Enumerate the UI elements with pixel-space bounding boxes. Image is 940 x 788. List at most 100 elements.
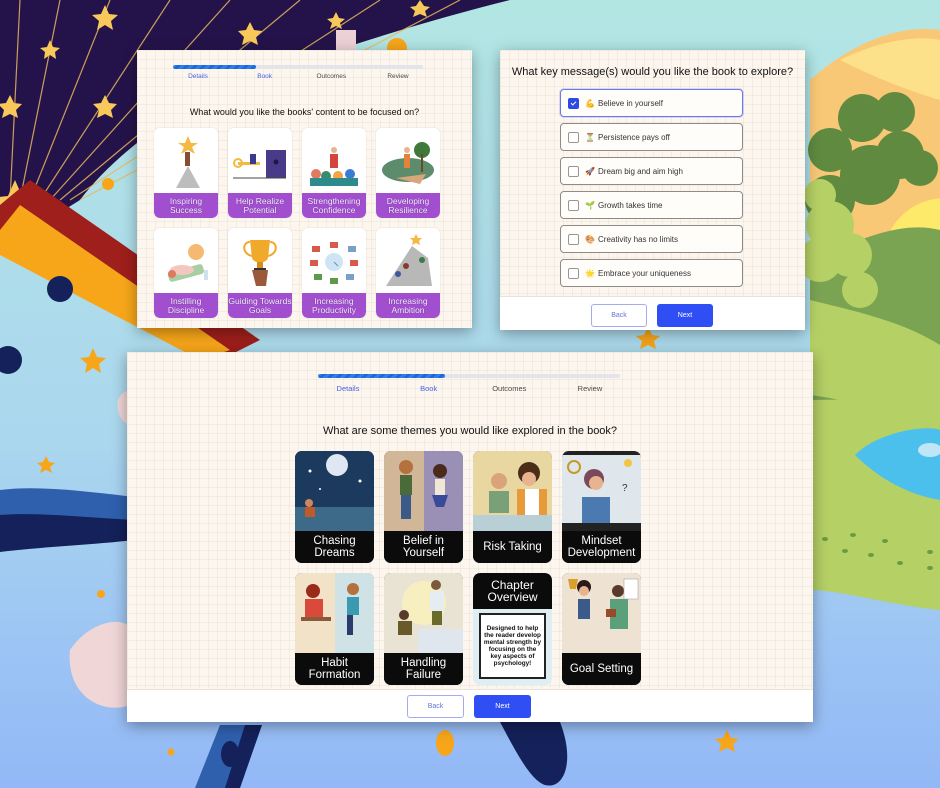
focus-card-guiding-towards-goals[interactable]: Guiding Towards Goals [228, 228, 292, 318]
focus-card-label: Developing Resilience [376, 193, 440, 218]
resting-workout-illustration [167, 244, 208, 282]
trophy-and-notes-art [562, 573, 641, 653]
checkbox[interactable] [568, 131, 579, 143]
step-book[interactable]: Book [399, 384, 459, 393]
theme-caption: Chasing Dreams [295, 531, 374, 563]
speaker-crowd-illustration [310, 147, 358, 186]
option-growth-takes-time[interactable]: 🌱 Growth takes time [560, 191, 743, 219]
orange-star [80, 348, 106, 373]
confident-kids-art [384, 451, 463, 531]
focus-card-inspiring-success[interactable]: Inspiring Success [154, 128, 218, 218]
checkbox[interactable] [568, 267, 579, 279]
option-embrace-uniqueness[interactable]: 🌟 Embrace your uniqueness [560, 259, 743, 287]
thinking-girl-gears-art: ? [562, 451, 641, 531]
back-button[interactable]: Back [407, 695, 464, 718]
theme-caption: Belief in Yourself [384, 531, 463, 563]
study-and-exercise-art [295, 573, 374, 653]
option-label: Believe in yourself [598, 98, 663, 108]
option-label: Dream big and aim high [598, 166, 683, 176]
navy-brushstroke [0, 514, 135, 552]
next-button[interactable]: Next [474, 695, 531, 718]
trophy-illustration [243, 240, 277, 286]
orange-dot [102, 178, 114, 190]
theme-caption: Mindset Development [562, 531, 641, 563]
theme-card-chapter-overview[interactable]: Chapter Overview Designed to help the re… [473, 573, 552, 685]
option-believe-in-yourself[interactable]: 💪 Believe in yourself [560, 89, 743, 117]
checkbox[interactable] [568, 233, 579, 245]
step-review[interactable]: Review [373, 73, 423, 80]
night-sky-dreamer-art [295, 451, 374, 531]
climbing-mountain-illustration [386, 234, 432, 286]
next-button[interactable]: Next [657, 304, 713, 327]
theme-card-mindset-development[interactable]: ? Mindset Development [562, 451, 641, 563]
key-message-question: What key message(s) would you like the b… [511, 66, 794, 78]
focus-card-label: Inspiring Success [154, 193, 218, 218]
svg-text:?: ? [622, 483, 628, 494]
flexed-arm-icon: 💪 [585, 98, 595, 108]
checkbox-checked[interactable] [568, 97, 579, 109]
step-outcomes[interactable]: Outcomes [479, 384, 539, 393]
theme-card-risk-taking[interactable]: Risk Taking [473, 451, 552, 563]
theme-caption: Goal Setting [562, 653, 641, 685]
key-message-panel: What key message(s) would you like the b… [500, 50, 805, 330]
progress-fill [318, 374, 445, 378]
themes-footer: Back Next [127, 689, 813, 722]
card-game-friends-art [473, 451, 552, 531]
checkbox[interactable] [568, 199, 579, 211]
theme-caption: Risk Taking [473, 531, 552, 563]
option-label: Persistence pays off [598, 132, 670, 142]
option-creativity-no-limits[interactable]: 🎨 Creativity has no limits [560, 225, 743, 253]
themes-panel: Details Book Outcomes Review What are so… [127, 352, 813, 722]
focus-card-label: Instilling Discipline [154, 293, 218, 318]
rocket-icon: 🚀 [585, 166, 595, 176]
helping-hand-art [384, 573, 463, 653]
focus-card-label: Guiding Towards Goals [228, 293, 292, 318]
chapter-overview-title: Chapter Overview [473, 573, 552, 609]
step-outcomes[interactable]: Outcomes [306, 73, 356, 80]
theme-card-handling-failure[interactable]: Handling Failure [384, 573, 463, 685]
theme-card-habit-formation[interactable]: Habit Formation [295, 573, 374, 685]
theme-caption: Handling Failure [384, 653, 463, 685]
key-door-illustration [233, 150, 286, 179]
focus-card-label: Strengthening Confidence [302, 193, 366, 218]
glowing-star-icon: 🌟 [585, 268, 595, 278]
clock-tasks-illustration [310, 242, 358, 284]
navy-dot [47, 276, 73, 302]
progress-bar [318, 374, 620, 378]
option-dream-big[interactable]: 🚀 Dream big and aim high [560, 157, 743, 185]
focus-card-instilling-discipline[interactable]: Instilling Discipline [154, 228, 218, 318]
progress-bar [173, 65, 423, 69]
back-button[interactable]: Back [591, 304, 647, 327]
step-details[interactable]: Details [318, 384, 378, 393]
theme-card-belief-in-yourself[interactable]: Belief in Yourself [384, 451, 463, 563]
stepper: Details Book Outcomes Review [318, 384, 620, 393]
checkbox[interactable] [568, 165, 579, 177]
focus-card-label: Increasing Productivity [302, 293, 366, 318]
step-details[interactable]: Details [173, 73, 223, 80]
palette-icon: 🎨 [585, 234, 595, 244]
option-label: Creativity has no limits [598, 234, 679, 244]
option-persistence-pays-off[interactable]: ⏳ Persistence pays off [560, 123, 743, 151]
themes-grid: Chasing Dreams Belief in Yourself Risk T… [295, 451, 641, 685]
seedling-icon: 🌱 [585, 200, 595, 210]
theme-card-goal-setting[interactable]: Goal Setting [562, 573, 641, 685]
theme-caption: Habit Formation [295, 653, 374, 685]
focus-card-label: Help Realize Potential [228, 193, 292, 218]
chapter-overview-body: Designed to help the reader develop ment… [479, 613, 546, 679]
stepper: Details Book Outcomes Review [173, 73, 423, 80]
focus-card-developing-resilience[interactable]: Developing Resilience [376, 128, 440, 218]
theme-card-chasing-dreams[interactable]: Chasing Dreams [295, 451, 374, 563]
orange-star-small [37, 456, 55, 473]
focus-panel: Details Book Outcomes Review What would … [137, 50, 472, 328]
navy-dot-left [0, 346, 22, 374]
step-book[interactable]: Book [240, 73, 290, 80]
focus-card-increasing-productivity[interactable]: Increasing Productivity [302, 228, 366, 318]
hourglass-icon: ⏳ [585, 132, 595, 142]
hiker-illustration [382, 142, 434, 184]
focus-card-label: Increasing Ambition [376, 293, 440, 318]
focus-card-increasing-ambition[interactable]: Increasing Ambition [376, 228, 440, 318]
step-review[interactable]: Review [560, 384, 620, 393]
focus-card-help-realize-potential[interactable]: Help Realize Potential [228, 128, 292, 218]
key-message-footer: Back Next [500, 296, 805, 330]
focus-card-strengthening-confidence[interactable]: Strengthening Confidence [302, 128, 366, 218]
